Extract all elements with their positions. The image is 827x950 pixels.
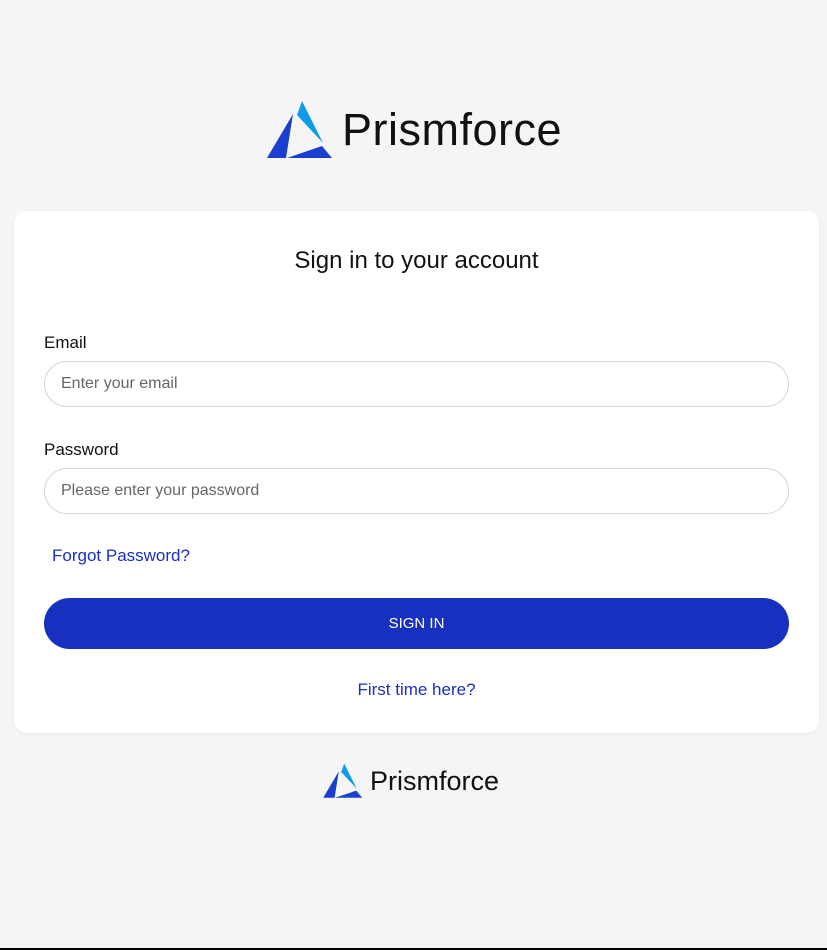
page-title: Sign in to your account [294,247,539,274]
sign-in-button[interactable]: SIGN IN [44,598,789,649]
brand-logo: Prismforce [266,100,562,160]
footer-brand-name: Prismforce [370,765,500,796]
sign-in-card: Sign in to your account Email Password F… [14,211,819,733]
password-label: Password [44,440,119,459]
prism-logo-icon [267,101,332,158]
email-label: Email [44,333,87,352]
forgot-password-link[interactable]: Forgot Password? [52,546,190,566]
brand-name: Prismforce [342,104,563,155]
prism-logo-icon [323,763,363,798]
first-time-link[interactable]: First time here? [14,680,819,700]
email-input[interactable] [44,361,789,407]
footer-logo: Prismforce [322,763,499,799]
password-input[interactable] [44,468,789,514]
